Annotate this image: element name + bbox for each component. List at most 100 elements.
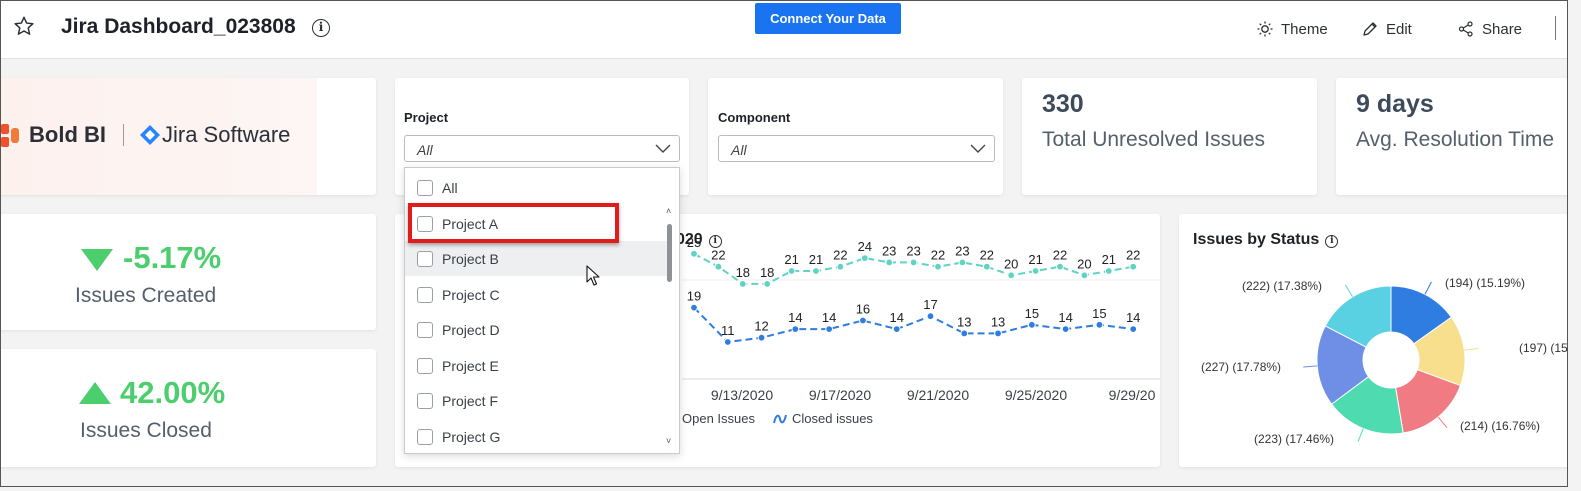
issues-closed-card: 42.00% Issues Closed: [1, 349, 376, 467]
open-issues-series-point: [836, 262, 845, 271]
favorite-star-icon[interactable]: [13, 15, 35, 37]
jira-logo-icon: [140, 125, 160, 145]
closed-issues-series-point: [1095, 320, 1104, 329]
dropdown-option-project-e[interactable]: Project E: [405, 348, 667, 383]
closed-data-label: 17: [923, 297, 937, 312]
closed-issues-series-point: [926, 312, 935, 321]
chevron-down-icon: [970, 144, 986, 153]
info-icon[interactable]: i: [312, 19, 330, 37]
legend-closed[interactable]: Closed issues: [773, 411, 873, 426]
jira-logo-text: Jira Software: [162, 122, 291, 147]
resolution-kpi-card: 9 days Avg. Resolution Time: [1336, 78, 1567, 195]
checkbox[interactable]: [417, 321, 433, 338]
component-filter-label: Component: [718, 110, 791, 125]
open-issues-series-point: [763, 280, 772, 288]
checkbox[interactable]: [417, 179, 433, 196]
checkbox[interactable]: [417, 357, 433, 374]
closed-data-label: 11: [721, 323, 735, 338]
open-issues-series-point: [982, 262, 991, 271]
mouse-cursor-icon: [586, 265, 600, 286]
issues-created-label: Issues Created: [75, 284, 217, 307]
issues-status-card: Issues by Status i (194) (15.19%) (197) (…: [1179, 214, 1568, 467]
open-data-label: 23: [906, 243, 920, 258]
chevron-down-icon: [655, 144, 671, 153]
closed-issues-series-point: [723, 338, 732, 346]
open-issues-series-point: [1129, 262, 1138, 271]
open-data-label: 20: [1004, 256, 1018, 271]
open-issues-series-point: [1080, 271, 1089, 280]
component-filter-card: Component All: [708, 78, 1003, 195]
header-divider: [1555, 16, 1556, 40]
edit-label: Edit: [1386, 20, 1412, 38]
scroll-down-arrow-icon[interactable]: ˅: [666, 436, 671, 446]
open-data-label: 22: [931, 248, 945, 263]
dropdown-scrollbar[interactable]: [667, 224, 672, 282]
open-data-label: 18: [736, 265, 750, 280]
dropdown-option-project-d[interactable]: Project D: [405, 312, 667, 347]
closed-issues-series-point: [1129, 325, 1138, 333]
component-select[interactable]: All: [718, 135, 995, 162]
closed-issues-series-point: [859, 316, 867, 325]
checkbox[interactable]: [417, 392, 433, 409]
issues-closed-value: 42.00%: [120, 375, 226, 410]
open-issues-series-point: [787, 267, 796, 275]
line-series-icon: [773, 414, 787, 423]
edit-button[interactable]: Edit: [1362, 19, 1412, 39]
donut-leader-line: [1464, 347, 1479, 351]
open-data-label: 21: [784, 252, 798, 267]
closed-issues-series-point: [994, 329, 1002, 338]
x-tick-label: 9/13/2020: [711, 387, 773, 403]
open-data-label: 23: [955, 243, 969, 258]
option-label: Project D: [442, 321, 500, 338]
boldbi-logo-text: Bold BI: [29, 122, 106, 147]
open-issues-series-point: [812, 267, 820, 275]
dropdown-option-project-f[interactable]: Project F: [405, 383, 667, 418]
open-data-label: 18: [760, 265, 774, 280]
logo-divider: [123, 124, 124, 146]
open-data-label: 22: [980, 248, 994, 263]
issues-closed-label: Issues Closed: [80, 419, 212, 442]
open-data-label: 22: [1053, 248, 1067, 263]
open-data-label: 22: [711, 248, 725, 263]
checkbox[interactable]: [417, 250, 433, 267]
pie-label-1: (197) (15.43%: [1519, 341, 1568, 355]
closed-issues-series-point: [757, 333, 766, 342]
open-issues-series-point: [1104, 267, 1113, 275]
closed-data-label: 14: [788, 310, 802, 325]
open-data-label: 25: [687, 235, 701, 250]
checkbox[interactable]: [417, 286, 433, 303]
connect-data-button[interactable]: Connect Your Data: [755, 3, 901, 34]
project-select[interactable]: All: [404, 135, 680, 162]
highlight-annotation-box: [408, 203, 619, 243]
closed-issues-series-point: [791, 325, 800, 333]
donut-leader-line: [1437, 416, 1448, 429]
boldbi-logo-icon: [1, 124, 19, 147]
down-triangle-icon: [81, 249, 113, 271]
closed-data-label: 19: [687, 289, 701, 304]
open-data-label: 23: [882, 243, 896, 258]
theme-button[interactable]: Theme: [1257, 19, 1328, 39]
closed-issues-series-point: [892, 325, 901, 333]
x-tick-label: 9/29/20: [1109, 387, 1156, 403]
open-issues-series-point: [690, 249, 698, 258]
unresolved-kpi-card: 330 Total Unresolved Issues: [1022, 78, 1317, 195]
closed-data-label: 12: [754, 319, 768, 334]
option-label: Project E: [442, 357, 499, 374]
dropdown-option-project-g[interactable]: Project G: [405, 419, 667, 453]
option-label: Project F: [442, 392, 499, 409]
dropdown-option-all[interactable]: All: [405, 170, 667, 205]
legend-open[interactable]: Open Issues: [682, 411, 755, 426]
open-issues-series-point: [714, 262, 723, 271]
open-data-label: 24: [858, 239, 872, 254]
pie-label-0: (194) (15.19%): [1445, 276, 1526, 290]
dropdown-option-project-c[interactable]: Project C: [405, 277, 667, 312]
open-issues-series-point: [1007, 271, 1016, 280]
share-button[interactable]: Share: [1458, 19, 1522, 39]
closed-data-label: 15: [1025, 306, 1039, 321]
checkbox[interactable]: [417, 428, 433, 445]
scroll-up-arrow-icon[interactable]: ˄: [666, 206, 671, 216]
dropdown-option-project-b[interactable]: Project B: [405, 241, 667, 276]
up-triangle-icon: [79, 382, 111, 404]
legend-closed-label: Closed issues: [792, 411, 873, 426]
closed-data-label: 16: [856, 302, 870, 317]
